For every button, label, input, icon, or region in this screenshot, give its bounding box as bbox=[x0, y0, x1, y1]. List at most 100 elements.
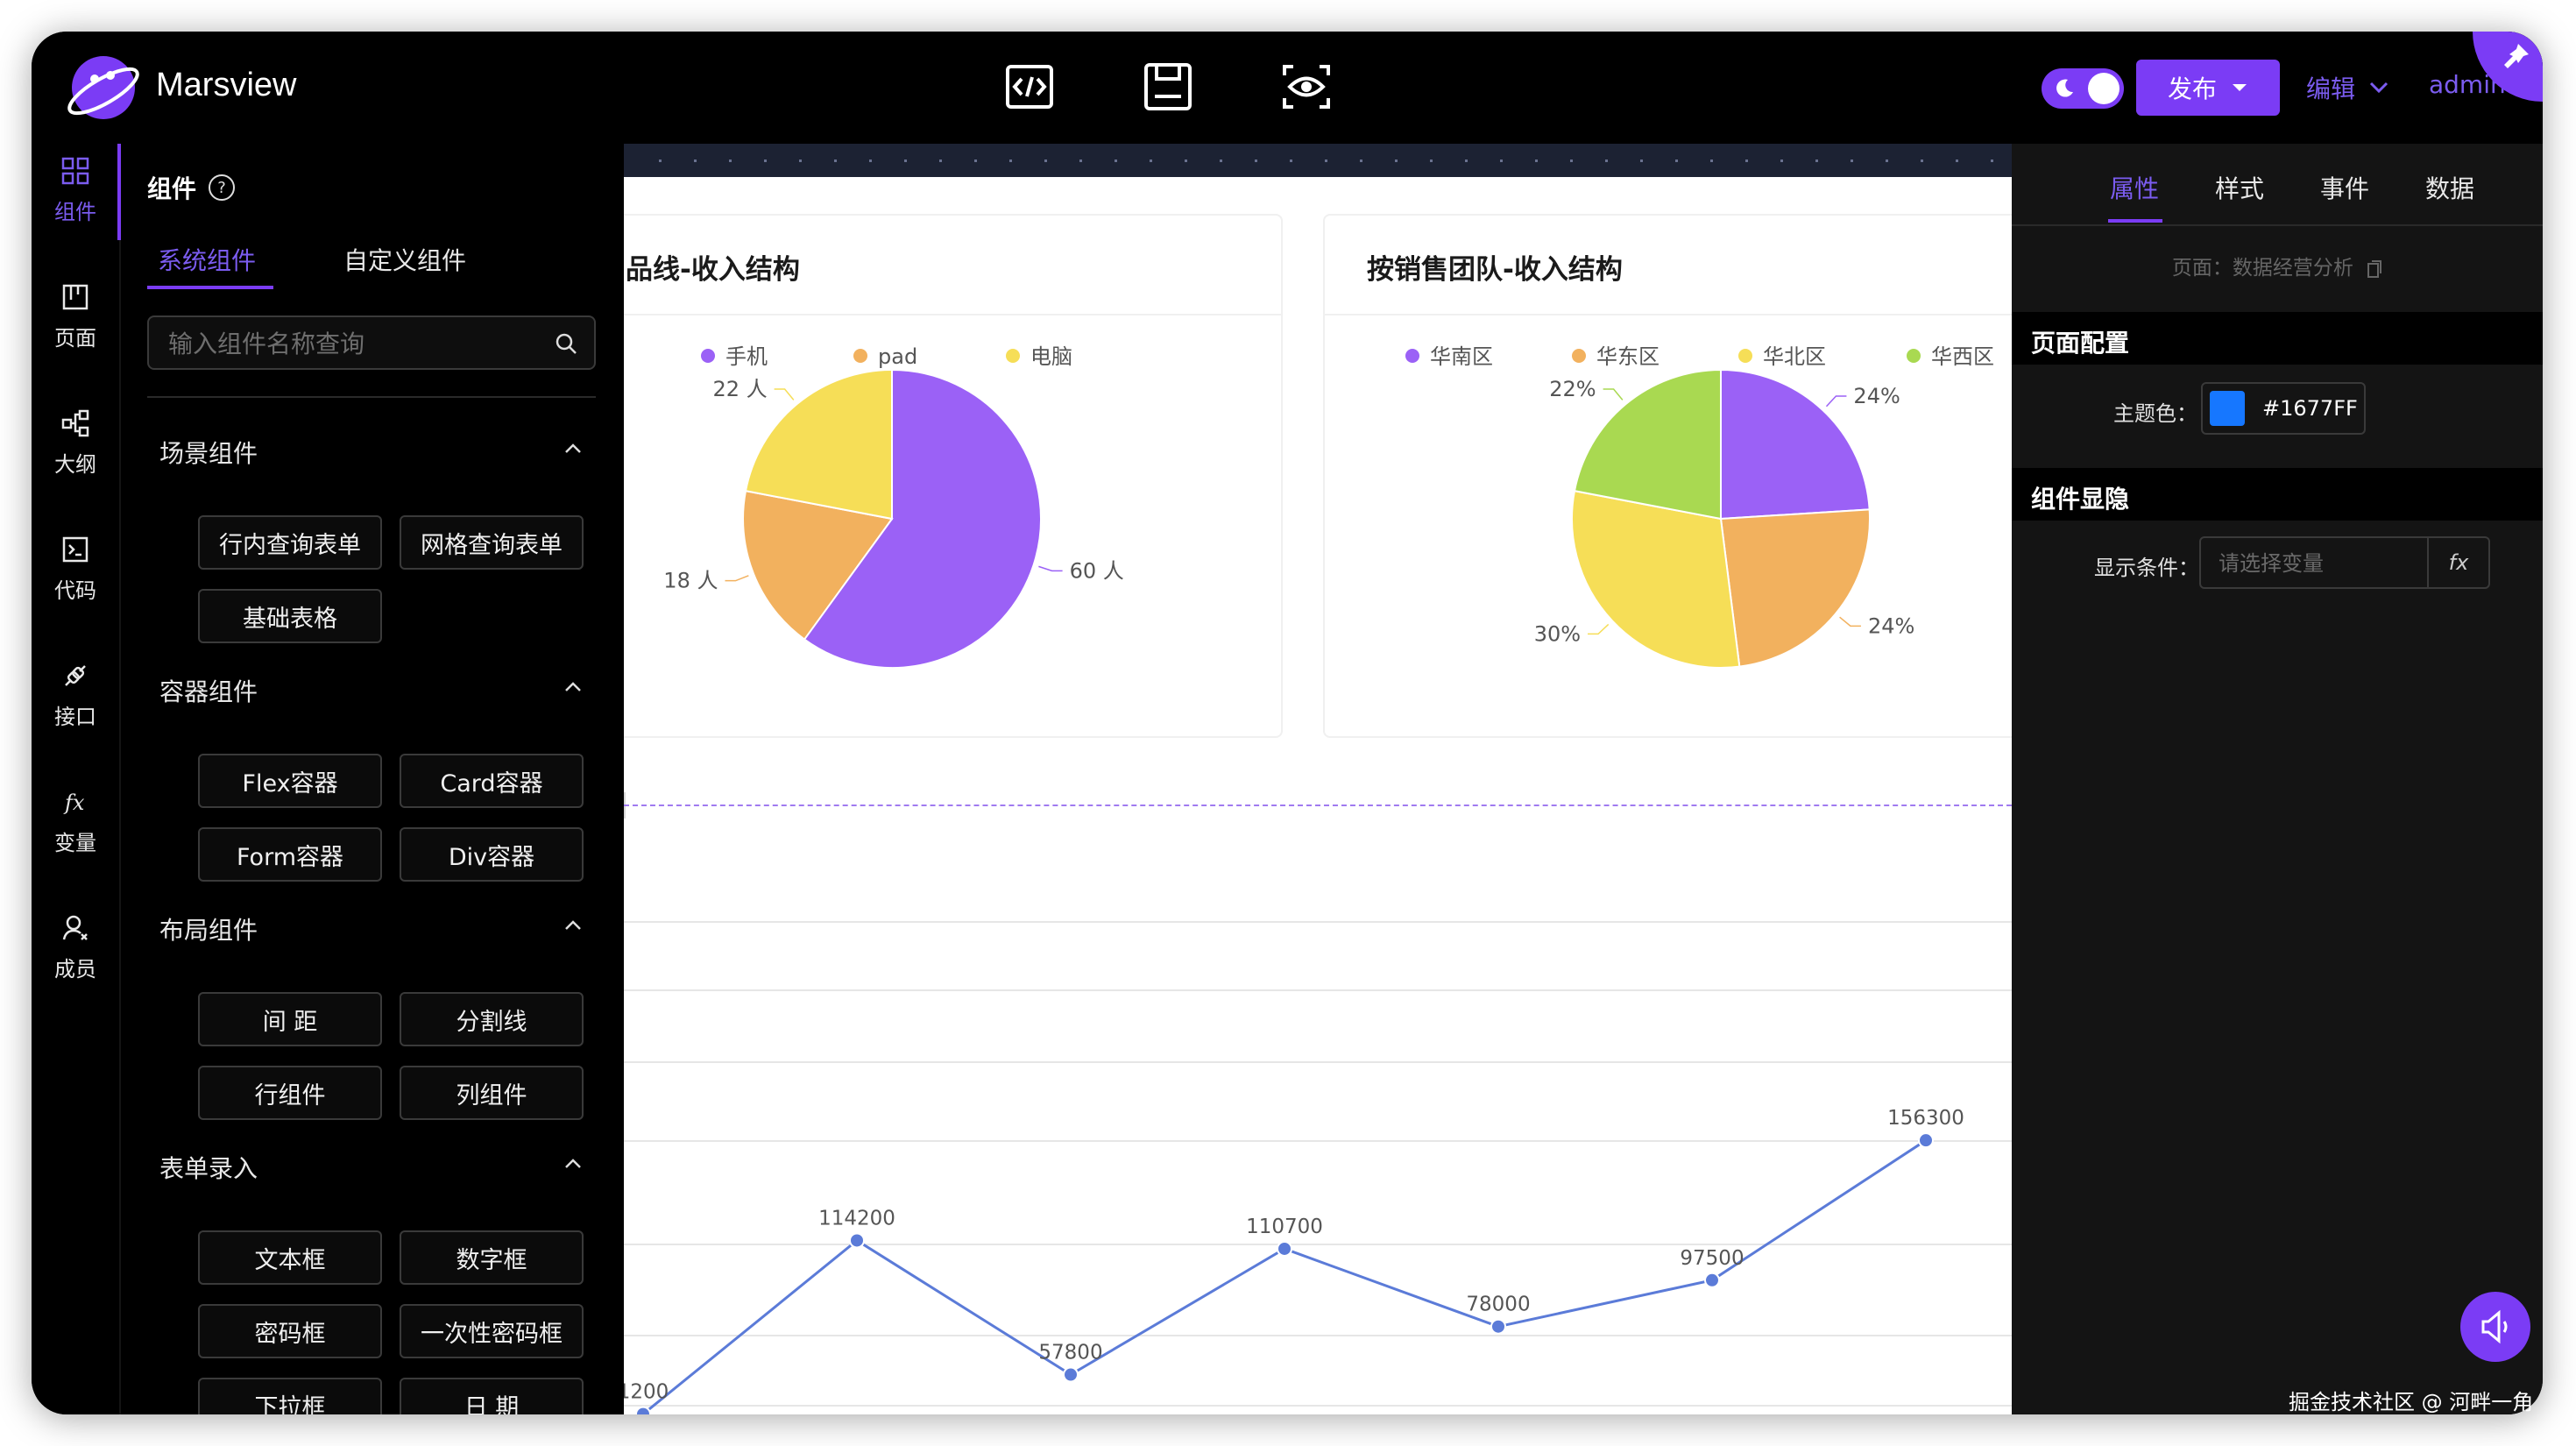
tab-styles[interactable]: 样式 bbox=[2215, 170, 2264, 205]
component-column[interactable]: 列组件 bbox=[400, 1066, 584, 1120]
rail-item-api[interactable]: 接口 bbox=[32, 661, 119, 757]
variable-select[interactable]: fx bbox=[2199, 536, 2490, 589]
ruler-dot bbox=[939, 159, 942, 162]
ruler-dot bbox=[1991, 159, 1993, 162]
component-spacing[interactable]: 间 距 bbox=[198, 992, 382, 1046]
copy-icon[interactable] bbox=[2367, 259, 2382, 279]
publish-button[interactable]: 发布 bbox=[2136, 60, 2280, 116]
legend-label[interactable]: 华东区 bbox=[1596, 344, 1660, 369]
component-grid-query-form[interactable]: 网格查询表单 bbox=[400, 515, 584, 570]
line-point[interactable] bbox=[849, 1232, 865, 1249]
section-title-form-input[interactable]: 表单录入 bbox=[159, 1150, 258, 1185]
component-card-container[interactable]: Card容器 bbox=[400, 754, 584, 808]
code-view-icon[interactable] bbox=[1004, 61, 1055, 112]
component-flex-container[interactable]: Flex容器 bbox=[198, 754, 382, 808]
legend-marker[interactable] bbox=[1907, 349, 1921, 363]
legend-marker[interactable] bbox=[1572, 349, 1586, 363]
chevron-up-icon[interactable] bbox=[563, 438, 584, 459]
chevron-down-icon bbox=[2369, 82, 2388, 94]
legend-marker[interactable] bbox=[701, 349, 715, 363]
tab-events[interactable]: 事件 bbox=[2320, 170, 2369, 205]
component-basic-table[interactable]: 基础表格 bbox=[198, 589, 382, 643]
rail-item-members[interactable]: 成员 bbox=[32, 913, 119, 1010]
tab-custom-components[interactable]: 自定义组件 bbox=[343, 242, 466, 277]
edit-label: 编辑 bbox=[2306, 74, 2356, 103]
rail-label: 组件 bbox=[54, 200, 96, 224]
code-icon bbox=[62, 536, 88, 563]
legend-marker[interactable] bbox=[1006, 349, 1020, 363]
line-point[interactable] bbox=[1704, 1272, 1720, 1288]
component-search-input[interactable] bbox=[166, 326, 538, 361]
tab-data[interactable]: 数据 bbox=[2425, 170, 2474, 205]
component-select[interactable]: 下拉框 bbox=[198, 1378, 382, 1414]
component-password-input[interactable]: 密码框 bbox=[198, 1304, 382, 1358]
rail-item-variables[interactable]: fx 变量 bbox=[32, 787, 119, 883]
drop-guide-line bbox=[624, 805, 2012, 806]
card-header: 按销售团队-收入结构 bbox=[1325, 216, 2012, 315]
legend-label[interactable]: 华南区 bbox=[1430, 344, 1493, 369]
pie-card-product[interactable]: 品线-收入结构 手机 pad 电脑 60 人 18 人 22 人 bbox=[624, 214, 1283, 738]
legend-marker[interactable] bbox=[853, 349, 867, 363]
chevron-up-icon[interactable] bbox=[563, 915, 584, 936]
section-title-scene[interactable]: 场景组件 bbox=[159, 435, 258, 470]
announcement-button[interactable] bbox=[2460, 1292, 2530, 1362]
component-text-input[interactable]: 文本框 bbox=[198, 1230, 382, 1285]
legend-label[interactable]: pad bbox=[878, 344, 917, 369]
rail-label: 接口 bbox=[54, 705, 96, 729]
ruler-dot bbox=[1675, 159, 1678, 162]
legend-marker[interactable] bbox=[1405, 349, 1419, 363]
ruler-dot bbox=[1150, 159, 1152, 162]
section-title-container[interactable]: 容器组件 bbox=[159, 673, 258, 708]
canvas-ruler bbox=[624, 144, 2012, 177]
component-form-container[interactable]: Form容器 bbox=[198, 827, 382, 882]
component-row[interactable]: 行组件 bbox=[198, 1066, 382, 1120]
pie-card-team[interactable]: 按销售团队-收入结构 华南区 华东区 华北区 华西区 24% 24% 30% 22% bbox=[1323, 214, 2012, 738]
section-title-layout[interactable]: 布局组件 bbox=[159, 911, 258, 946]
legend-marker[interactable] bbox=[1738, 349, 1752, 363]
fx-button[interactable]: fx bbox=[2427, 538, 2488, 587]
chevron-up-icon[interactable] bbox=[563, 677, 584, 698]
line-series[interactable] bbox=[642, 1138, 1927, 1414]
search-icon[interactable] bbox=[554, 331, 578, 356]
theme-color-picker[interactable]: #1677FF bbox=[2201, 382, 2366, 435]
legend-label[interactable]: 手机 bbox=[725, 344, 768, 369]
component-divider[interactable]: 分割线 bbox=[400, 992, 584, 1046]
component-number-input[interactable]: 数字框 bbox=[400, 1230, 584, 1285]
panel-title-text: 组件 bbox=[147, 174, 197, 203]
preview-eye-icon[interactable] bbox=[1281, 61, 1332, 112]
editor-canvas[interactable]: 品线-收入结构 手机 pad 电脑 60 人 18 人 22 人 按销售团队-收入结构 华… bbox=[624, 144, 2012, 1414]
legend-label[interactable]: 电脑 bbox=[1030, 344, 1072, 369]
rail-item-components[interactable]: 组件 bbox=[32, 156, 119, 252]
line-point[interactable] bbox=[635, 1406, 651, 1414]
legend-label[interactable]: 华北区 bbox=[1763, 344, 1826, 369]
page-name-label: 页面：数据经营分析 bbox=[2012, 251, 2543, 280]
pie-slice[interactable] bbox=[1719, 508, 1871, 668]
component-inline-query-form[interactable]: 行内查询表单 bbox=[198, 515, 382, 570]
help-icon[interactable]: ? bbox=[209, 174, 236, 201]
speaker-icon bbox=[2481, 1309, 2508, 1344]
theme-color-label: 主题色： bbox=[2113, 401, 2197, 426]
pie-slice[interactable] bbox=[1720, 368, 1871, 521]
rail-item-code[interactable]: 代码 bbox=[32, 535, 119, 631]
save-icon[interactable] bbox=[1143, 61, 1193, 112]
line-point[interactable] bbox=[1277, 1240, 1292, 1257]
rail-item-pages[interactable]: 页面 bbox=[32, 282, 119, 379]
ruler-dot bbox=[1745, 159, 1748, 162]
line-point[interactable] bbox=[1918, 1132, 1934, 1149]
variable-input[interactable] bbox=[2217, 549, 2431, 578]
rail-label: 变量 bbox=[54, 831, 96, 855]
component-div-container[interactable]: Div容器 bbox=[400, 827, 584, 882]
component-date[interactable]: 日 期 bbox=[400, 1378, 584, 1414]
label-line bbox=[1603, 388, 1624, 400]
edit-mode-dropdown[interactable]: 编辑 bbox=[2306, 70, 2388, 105]
component-otp-input[interactable]: 一次性密码框 bbox=[400, 1304, 584, 1358]
tab-properties[interactable]: 属性 bbox=[2110, 170, 2159, 205]
line-point[interactable] bbox=[1490, 1318, 1506, 1335]
legend-label[interactable]: 华西区 bbox=[1931, 344, 1994, 369]
ruler-dot bbox=[1921, 159, 1923, 162]
chevron-up-icon[interactable] bbox=[563, 1153, 584, 1174]
rail-item-outline[interactable]: 大纲 bbox=[32, 408, 119, 505]
line-point[interactable] bbox=[1063, 1366, 1079, 1383]
theme-toggle[interactable] bbox=[2042, 68, 2124, 109]
tab-system-components[interactable]: 系统组件 bbox=[158, 242, 256, 277]
